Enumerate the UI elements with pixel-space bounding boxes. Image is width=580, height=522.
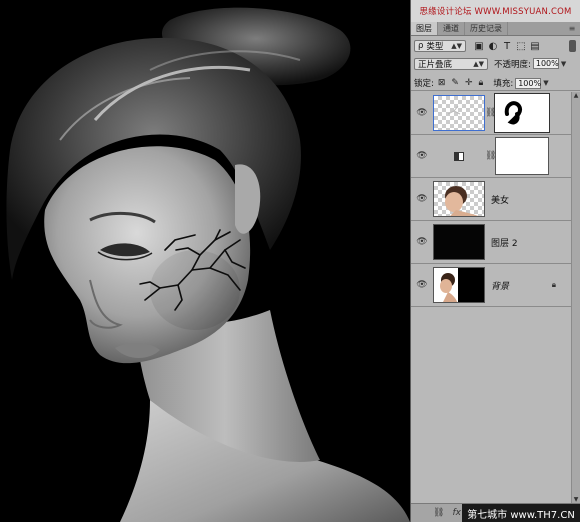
layer-mask-thumbnail[interactable] xyxy=(495,137,549,175)
type-filter-icon[interactable]: T xyxy=(502,41,512,52)
shape-filter-icon[interactable]: ⬚ xyxy=(516,41,526,52)
chevron-down-icon: ▲▼ xyxy=(451,42,462,50)
blend-mode-select[interactable]: 正片叠底 ▲▼ xyxy=(414,57,488,70)
pixel-layer-filter-icon[interactable]: ▣ xyxy=(474,41,484,52)
filter-icons: ▣ ◐ T ⬚ ▤ xyxy=(474,41,540,52)
portrait-thumbnail-art xyxy=(445,186,479,216)
panel-tabs: 图层 通道 历史记录 ≡ xyxy=(411,22,580,36)
eye-icon[interactable]: 👁︎ xyxy=(411,194,433,204)
lock-row: 锁定: ⊠ ✎ ✛ 🔒︎ 填充: 100% ▼ xyxy=(411,76,580,91)
filter-toggle[interactable] xyxy=(569,40,576,52)
eye-icon[interactable]: 👁︎ xyxy=(411,237,433,247)
layers-list: 👁︎ ⛓︎ 👁︎ ⛓︎ 👁︎ 美女 👁︎ 图层 2 👁︎ 背景 🔒︎ xyxy=(411,92,580,307)
tab-history[interactable]: 历史记录 xyxy=(465,22,508,35)
background-thumbnail-art xyxy=(434,268,458,302)
layer-row[interactable]: 👁︎ 美女 xyxy=(411,178,580,221)
layer-thumbnail[interactable] xyxy=(433,181,485,217)
chevron-down-icon: ▲▼ xyxy=(473,59,484,68)
blend-row: 正片叠底 ▲▼ 不透明度: 100% ▼ xyxy=(411,56,580,71)
scroll-up-icon[interactable]: ▲ xyxy=(572,92,580,100)
lock-icon: 🔒︎ xyxy=(551,280,556,289)
filter-kind-label: 类型 xyxy=(426,42,444,52)
layer-row[interactable]: 👁︎ 图层 2 xyxy=(411,221,580,264)
filter-row: ρ 类型 ▲▼ ▣ ◐ T ⬚ ▤ xyxy=(411,38,580,54)
lock-icons: ⊠ ✎ ✛ 🔒︎ xyxy=(438,78,483,88)
eye-icon[interactable]: 👁︎ xyxy=(411,151,433,161)
link-icon[interactable]: ⛓︎ xyxy=(485,151,496,161)
document-canvas[interactable] xyxy=(0,0,410,522)
layers-scrollbar[interactable]: ▲ ▼ xyxy=(571,92,580,504)
opacity-dropdown-icon[interactable]: ▼ xyxy=(561,60,566,68)
layer-name[interactable]: 背景 xyxy=(491,279,509,292)
fill-label: 填充: xyxy=(493,79,514,89)
layer-row[interactable]: 👁︎ ⛓︎ xyxy=(411,92,580,135)
search-icon: ρ xyxy=(418,41,424,51)
blend-mode-label: 正片叠底 xyxy=(418,59,453,70)
panel-menu-icon[interactable]: ≡ xyxy=(564,22,580,35)
link-icon[interactable]: ⛓︎ xyxy=(485,108,496,118)
lock-label: 锁定: xyxy=(414,79,434,89)
fill-dropdown-icon[interactable]: ▼ xyxy=(543,79,548,87)
filter-kind-select[interactable]: ρ 类型 ▲▼ xyxy=(414,40,466,52)
opacity-label: 不透明度: xyxy=(494,59,531,70)
eye-icon[interactable]: 👁︎ xyxy=(411,108,433,118)
opacity-field[interactable]: 100% xyxy=(532,58,559,69)
layer-thumbnail[interactable] xyxy=(433,267,485,303)
link-layers-icon[interactable]: ⛓︎ xyxy=(433,508,444,518)
lock-position-icon[interactable]: ✛ xyxy=(465,78,473,88)
lock-transparent-icon[interactable]: ⊠ xyxy=(438,78,446,88)
layer-name[interactable]: 图层 2 xyxy=(491,236,518,249)
layers-panel: 思缘设计论坛 WWW.MISSYUAN.COM 图层 通道 历史记录 ≡ ρ 类… xyxy=(410,0,580,522)
eye-icon[interactable]: 👁︎ xyxy=(411,280,433,290)
watermark-bottom: 第七城市 www.TH7.CN xyxy=(462,504,580,522)
adjustment-icon-holder xyxy=(433,151,485,161)
bottom-icons: ⛓︎ fx xyxy=(433,508,461,518)
layer-name[interactable]: 美女 xyxy=(491,193,509,206)
layer-mask-thumbnail[interactable] xyxy=(494,93,550,133)
smart-object-filter-icon[interactable]: ▤ xyxy=(530,41,540,52)
fill-field[interactable]: 100% xyxy=(515,77,542,89)
levels-adjustment-icon[interactable] xyxy=(454,151,464,161)
lock-image-icon[interactable]: ✎ xyxy=(451,78,459,88)
crack-thumbnail-art xyxy=(447,105,461,115)
tab-layers[interactable]: 图层 xyxy=(411,22,438,35)
layer-row[interactable]: 👁︎ 背景 🔒︎ xyxy=(411,264,580,307)
layer-thumbnail[interactable] xyxy=(433,224,485,260)
tab-channels[interactable]: 通道 xyxy=(438,22,465,35)
layer-row[interactable]: 👁︎ ⛓︎ xyxy=(411,135,580,178)
mask-thumbnail-art xyxy=(504,101,522,125)
portrait-photo xyxy=(6,7,410,522)
layer-thumbnail[interactable] xyxy=(433,95,485,131)
fx-icon[interactable]: fx xyxy=(452,508,461,518)
watermark-top: 思缘设计论坛 WWW.MISSYUAN.COM xyxy=(411,0,580,22)
adjustment-filter-icon[interactable]: ◐ xyxy=(488,41,498,52)
lock-all-icon[interactable]: 🔒︎ xyxy=(479,78,484,88)
